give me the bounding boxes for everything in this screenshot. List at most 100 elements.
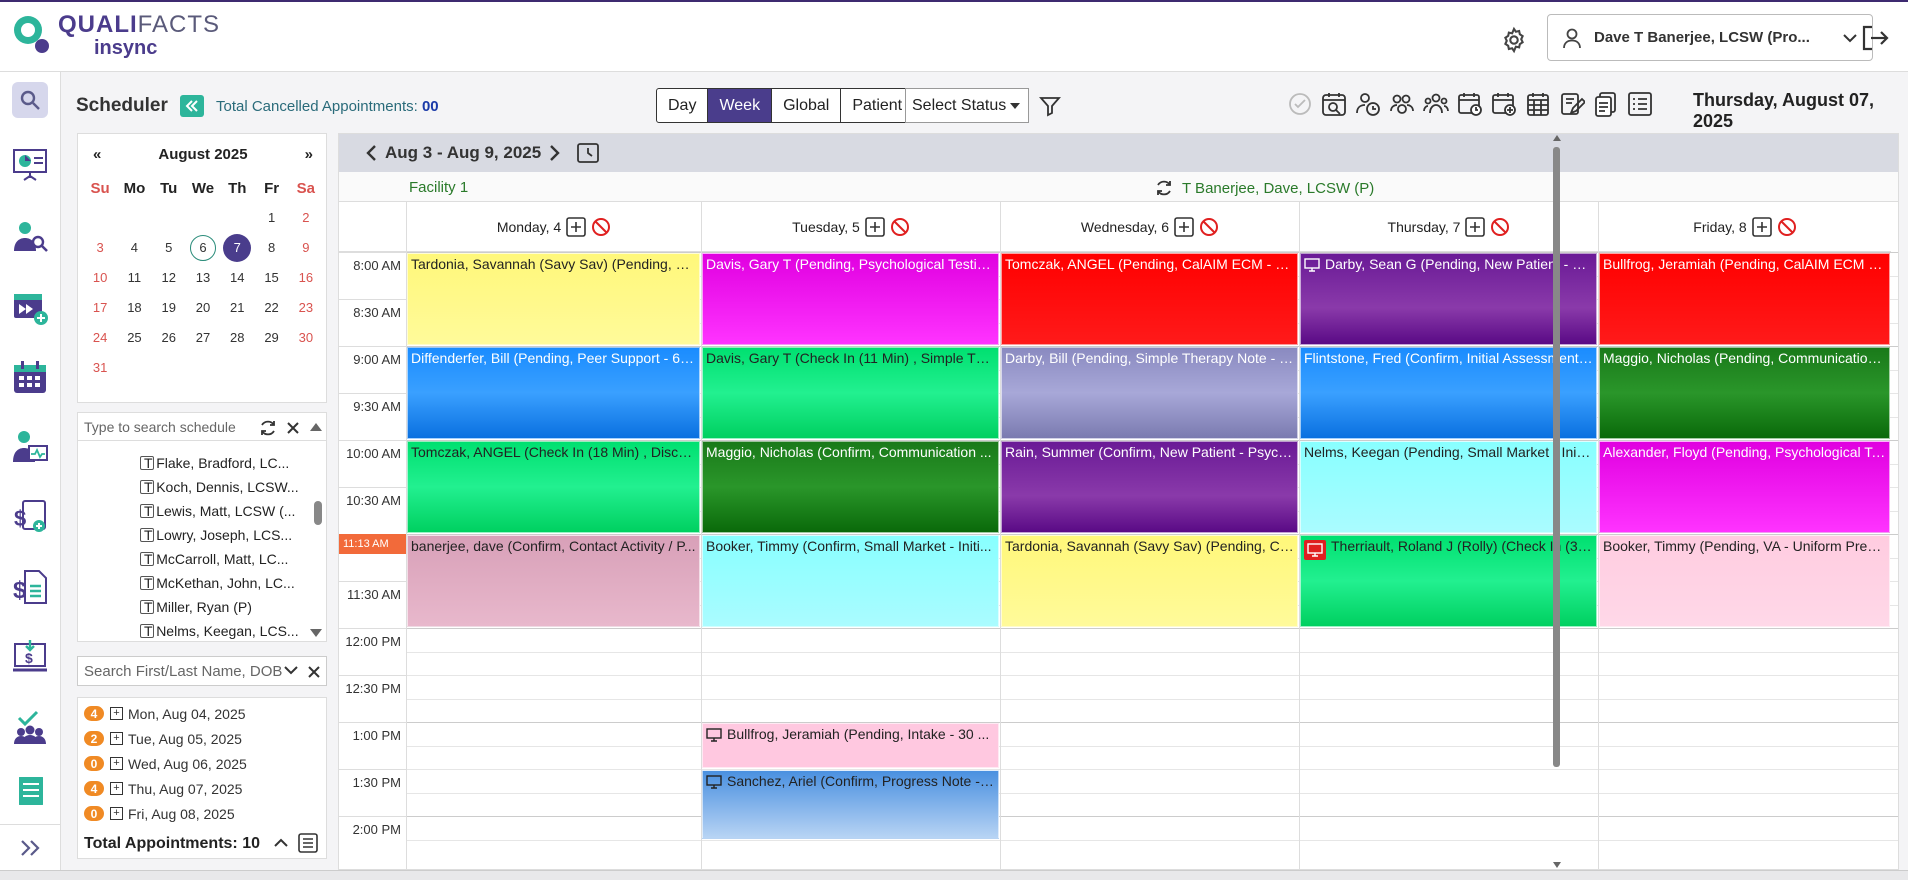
provider-checkbox[interactable]	[140, 456, 154, 470]
add-appointment-icon[interactable]	[1465, 216, 1486, 237]
appointment-block[interactable]: Booker, Timmy (Confirm, Small Market - I…	[702, 535, 999, 627]
appointment-block[interactable]: Sanchez, Ariel (Confirm, Progress Note -…	[702, 770, 999, 839]
add-appointment-icon[interactable]	[1751, 216, 1772, 237]
tab-global[interactable]: Global	[771, 89, 840, 122]
logout-icon[interactable]	[1860, 24, 1892, 54]
list-icon[interactable]	[298, 833, 318, 853]
calendar-day[interactable]: 26	[152, 328, 186, 348]
block-day-icon[interactable]	[1199, 217, 1219, 237]
day-summary-item[interactable]: 0 + Fri, Aug 08, 2025	[78, 801, 326, 826]
provider-checkbox[interactable]	[140, 480, 154, 494]
calendar-day[interactable]: 1	[254, 208, 288, 228]
appointment-block[interactable]: Booker, Timmy (Pending, VA - Uniform Pre…	[1599, 535, 1890, 627]
group-settings-icon[interactable]	[1385, 90, 1419, 118]
calendar-search-icon[interactable]	[1317, 90, 1351, 118]
block-day-icon[interactable]	[1490, 217, 1510, 237]
appointment-block[interactable]: Rain, Summer (Confirm, New Patient - Psy…	[1001, 441, 1298, 533]
report-list-icon[interactable]	[10, 777, 50, 805]
calendar-day[interactable]: 15	[254, 268, 288, 288]
calendar-day[interactable]: 4	[117, 238, 151, 258]
provider-checkbox[interactable]	[140, 552, 154, 566]
clear-icon[interactable]	[306, 664, 322, 680]
note-edit-icon[interactable]	[1555, 90, 1589, 118]
calendar-day[interactable]: 9	[289, 238, 323, 258]
prev-week-icon[interactable]	[365, 144, 377, 162]
appointment-block[interactable]: Tomczak, ANGEL (Pending, CalAIM ECM - 60…	[1001, 253, 1298, 345]
billing-list-icon[interactable]: $	[10, 567, 50, 607]
calendar-day[interactable]: 18	[117, 298, 151, 318]
refresh-icon[interactable]	[258, 418, 278, 438]
block-day-icon[interactable]	[890, 217, 910, 237]
collapse-panel-button[interactable]	[180, 95, 204, 117]
fast-forward-calendar-icon[interactable]	[10, 287, 50, 327]
calendar-day[interactable]: 31	[83, 358, 117, 378]
appointment-block[interactable]: Bullfrog, Jeramiah (Pending, CalAIM ECM …	[1599, 253, 1890, 345]
provider-checkbox[interactable]	[140, 504, 154, 518]
appointment-block[interactable]: Maggio, Nicholas (Confirm, Communication…	[702, 441, 999, 533]
expand-plus-icon[interactable]: +	[110, 707, 123, 720]
calendar-day[interactable]: 24	[83, 328, 117, 348]
calendar-day[interactable]: 11	[117, 268, 151, 288]
list-view-icon[interactable]	[1623, 90, 1657, 118]
status-select[interactable]: Select Status	[905, 88, 1029, 123]
calendar-day[interactable]: 12	[152, 268, 186, 288]
provider-scrollbar[interactable]	[314, 451, 322, 631]
add-appointment-icon[interactable]	[865, 216, 885, 237]
calendar-day[interactable]: 14	[220, 268, 254, 288]
filter-icon[interactable]	[1038, 94, 1062, 118]
schedule-search-input[interactable]: Type to search schedule	[78, 413, 326, 441]
appointment-block[interactable]: Alexander, Floyd (Pending, Psychological…	[1599, 441, 1890, 533]
provider-checkbox[interactable]	[140, 576, 154, 590]
calendar-day[interactable]: 17	[83, 298, 117, 318]
expand-plus-icon[interactable]: +	[110, 732, 123, 745]
provider-item[interactable]: T Koch, Dennis, LCSW...	[78, 475, 308, 499]
expand-plus-icon[interactable]: +	[110, 757, 123, 770]
chevron-up-icon[interactable]	[274, 837, 288, 847]
calendar-clock-icon[interactable]	[1453, 90, 1487, 118]
scroll-up-icon[interactable]	[310, 423, 322, 431]
scheduler-calendar-icon[interactable]	[10, 357, 50, 397]
day-summary-item[interactable]: 2 + Tue, Aug 05, 2025	[78, 726, 326, 751]
day-summary-item[interactable]: 4 + Thu, Aug 07, 2025	[78, 776, 326, 801]
appointment-block[interactable]: Bullfrog, Jeramiah (Pending, Intake - 30…	[702, 723, 999, 768]
documents-icon[interactable]	[1589, 90, 1623, 118]
calendar-day[interactable]: 21	[220, 298, 254, 318]
appointment-block[interactable]: banerjee, dave (Confirm, Contact Activit…	[407, 535, 700, 627]
search-icon[interactable]	[12, 82, 48, 118]
calendar-day[interactable]: 22	[254, 298, 288, 318]
calendar-day[interactable]: 20	[186, 298, 220, 318]
qualifacts-logo[interactable]: QUALIFACTS insync	[10, 12, 220, 58]
expand-plus-icon[interactable]: +	[110, 807, 123, 820]
add-appointment-icon[interactable]	[1174, 216, 1194, 237]
calendar-day[interactable]: 28	[220, 328, 254, 348]
day-summary-item[interactable]: 4 + Mon, Aug 04, 2025	[78, 701, 326, 726]
payment-download-icon[interactable]: $	[10, 637, 50, 677]
provider-checkbox[interactable]	[140, 528, 154, 542]
scroll-down-icon[interactable]	[310, 629, 322, 637]
provider-item[interactable]: T McKethan, John, LC...	[78, 571, 308, 595]
tab-week[interactable]: Week	[707, 89, 772, 122]
history-icon[interactable]	[577, 142, 600, 164]
calendar-day[interactable]: 7	[223, 234, 252, 262]
calendar-day[interactable]: 29	[254, 328, 288, 348]
provider-item[interactable]: T Lewis, Matt, LCSW (...	[78, 499, 308, 523]
expand-nav-icon[interactable]	[0, 824, 61, 870]
refresh-icon[interactable]	[1154, 178, 1174, 198]
user-clock-icon[interactable]	[1351, 90, 1385, 118]
patient-search-input[interactable]: Search First/Last Name, DOB	[77, 656, 327, 686]
calendar-scrollbar[interactable]	[1552, 133, 1562, 870]
calendar-day[interactable]: 19	[152, 298, 186, 318]
next-week-icon[interactable]	[549, 144, 561, 162]
dashboard-presentation-icon[interactable]	[10, 144, 50, 184]
day-summary-item[interactable]: 0 + Wed, Aug 06, 2025	[78, 751, 326, 776]
user-menu-button[interactable]: Dave T Banerjee, LCSW (Pro...	[1547, 14, 1873, 61]
appointment-block[interactable]: Davis, Gary T (Check In (11 Min) , Simpl…	[702, 347, 999, 439]
clinician-monitor-icon[interactable]	[10, 427, 50, 467]
provider-scrollbar-thumb[interactable]	[314, 501, 322, 525]
appointment-block[interactable]: Davis, Gary T (Pending, Psychological Te…	[702, 253, 999, 345]
billing-search-icon[interactable]: $	[10, 497, 50, 537]
calendar-day[interactable]: 5	[152, 238, 186, 258]
calendar-day[interactable]: 10	[83, 268, 117, 288]
approve-check-icon[interactable]	[1283, 90, 1317, 118]
next-month-button[interactable]: »	[305, 146, 313, 163]
